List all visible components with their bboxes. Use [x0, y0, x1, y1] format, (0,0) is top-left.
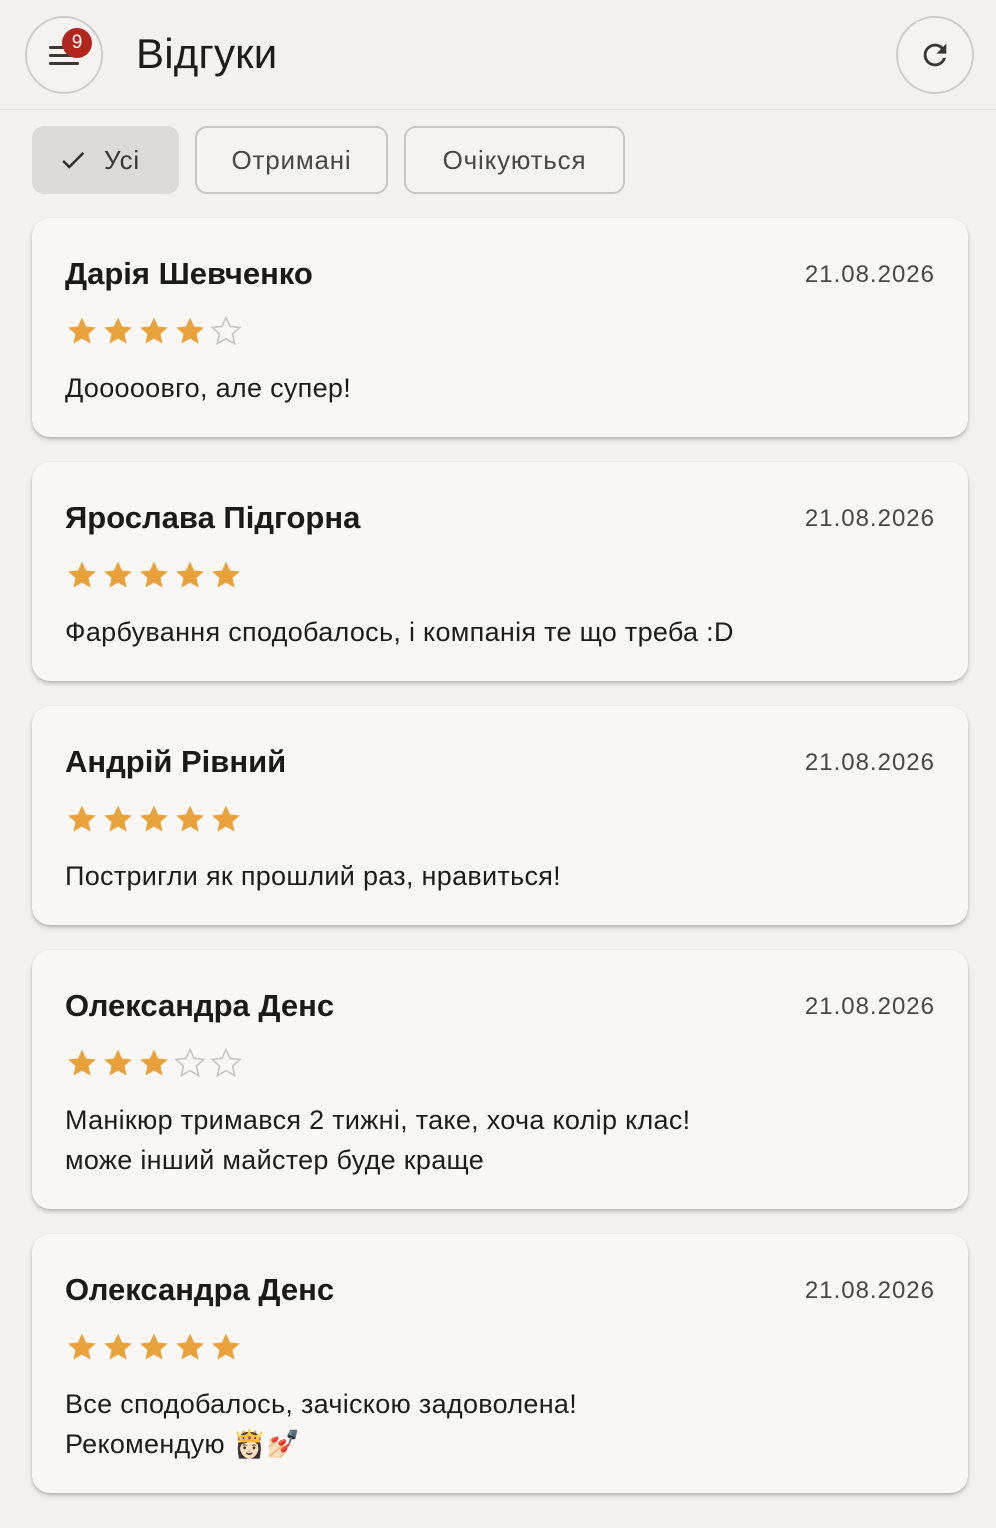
- review-card[interactable]: Андрій Рівний 21.08.2026 Постригли як пр…: [32, 706, 968, 925]
- reviewer-name: Дарія Шевченко: [65, 256, 313, 291]
- notification-badge: 9: [62, 28, 92, 58]
- star-filled-icon: [208, 802, 244, 836]
- star-filled-icon: [172, 802, 208, 836]
- review-text: Дооооовго, але супер!: [65, 373, 352, 403]
- page-title: Відгуки: [136, 30, 278, 77]
- review-card[interactable]: Олександра Денс 21.08.2026 Манікюр трима…: [32, 950, 968, 1209]
- star-filled-icon: [208, 558, 244, 592]
- star-filled-icon: [100, 558, 136, 592]
- filter-chip-received-label: Отримані: [231, 144, 352, 175]
- review-date: 21.08.2026: [804, 261, 935, 288]
- star-rating: [64, 314, 244, 348]
- reviewer-name: Ярослава Підгорна: [65, 500, 361, 535]
- star-filled-icon: [100, 1330, 136, 1364]
- star-filled-icon: [64, 314, 100, 348]
- review-card[interactable]: Дарія Шевченко 21.08.2026 Дооооовго, але…: [32, 218, 968, 437]
- check-icon: [62, 152, 85, 169]
- reviewer-name: Олександра Денс: [65, 1272, 335, 1307]
- filter-chip-all-label: Усі: [104, 144, 140, 175]
- review-text: Фарбування сподобалось, і компанія те що…: [65, 617, 734, 647]
- filter-chip-pending[interactable]: Очікуються: [404, 126, 625, 194]
- menu-button[interactable]: 9: [25, 16, 103, 94]
- star-filled-icon: [64, 558, 100, 592]
- star-filled-icon: [172, 558, 208, 592]
- review-card[interactable]: Ярослава Підгорна 21.08.2026 Фарбування …: [32, 462, 968, 681]
- star-filled-icon: [172, 1330, 208, 1364]
- reviewer-name: Олександра Денс: [65, 988, 335, 1023]
- star-empty-icon: [172, 1046, 208, 1080]
- review-text: Манікюр тримався 2 тижні, таке, хоча кол…: [65, 1105, 691, 1175]
- refresh-icon: [923, 43, 947, 67]
- review-text: Постригли як прошлий раз, нравиться!: [65, 861, 561, 891]
- review-date: 21.08.2026: [804, 1277, 935, 1304]
- filter-chip-received[interactable]: Отримані: [195, 126, 388, 194]
- review-text: Все сподобалось, зачіскою задоволена! Ре…: [65, 1389, 578, 1459]
- review-card[interactable]: Олександра Денс 21.08.2026 Все сподобало…: [32, 1234, 968, 1493]
- star-filled-icon: [136, 1330, 172, 1364]
- star-filled-icon: [136, 1046, 172, 1080]
- star-filled-icon: [208, 1330, 244, 1364]
- reviewer-name: Андрій Рівний: [65, 744, 287, 779]
- star-filled-icon: [64, 1046, 100, 1080]
- star-rating: [64, 1046, 244, 1080]
- star-filled-icon: [64, 1330, 100, 1364]
- star-empty-icon: [208, 1046, 244, 1080]
- star-filled-icon: [64, 802, 100, 836]
- star-rating: [64, 558, 244, 592]
- star-filled-icon: [136, 802, 172, 836]
- star-filled-icon: [100, 314, 136, 348]
- review-date: 21.08.2026: [804, 993, 935, 1020]
- filter-chip-pending-label: Очікуються: [442, 144, 587, 175]
- star-rating: [64, 1330, 244, 1364]
- star-filled-icon: [136, 558, 172, 592]
- star-rating: [64, 802, 244, 836]
- star-filled-icon: [136, 314, 172, 348]
- star-empty-icon: [208, 314, 244, 348]
- star-filled-icon: [100, 802, 136, 836]
- review-date: 21.08.2026: [804, 505, 935, 532]
- filter-chip-all[interactable]: Усі: [32, 126, 179, 194]
- star-filled-icon: [100, 1046, 136, 1080]
- star-filled-icon: [172, 314, 208, 348]
- review-date: 21.08.2026: [804, 749, 935, 776]
- app-bar: 9 Відгуки: [0, 0, 996, 110]
- refresh-button[interactable]: [896, 16, 974, 94]
